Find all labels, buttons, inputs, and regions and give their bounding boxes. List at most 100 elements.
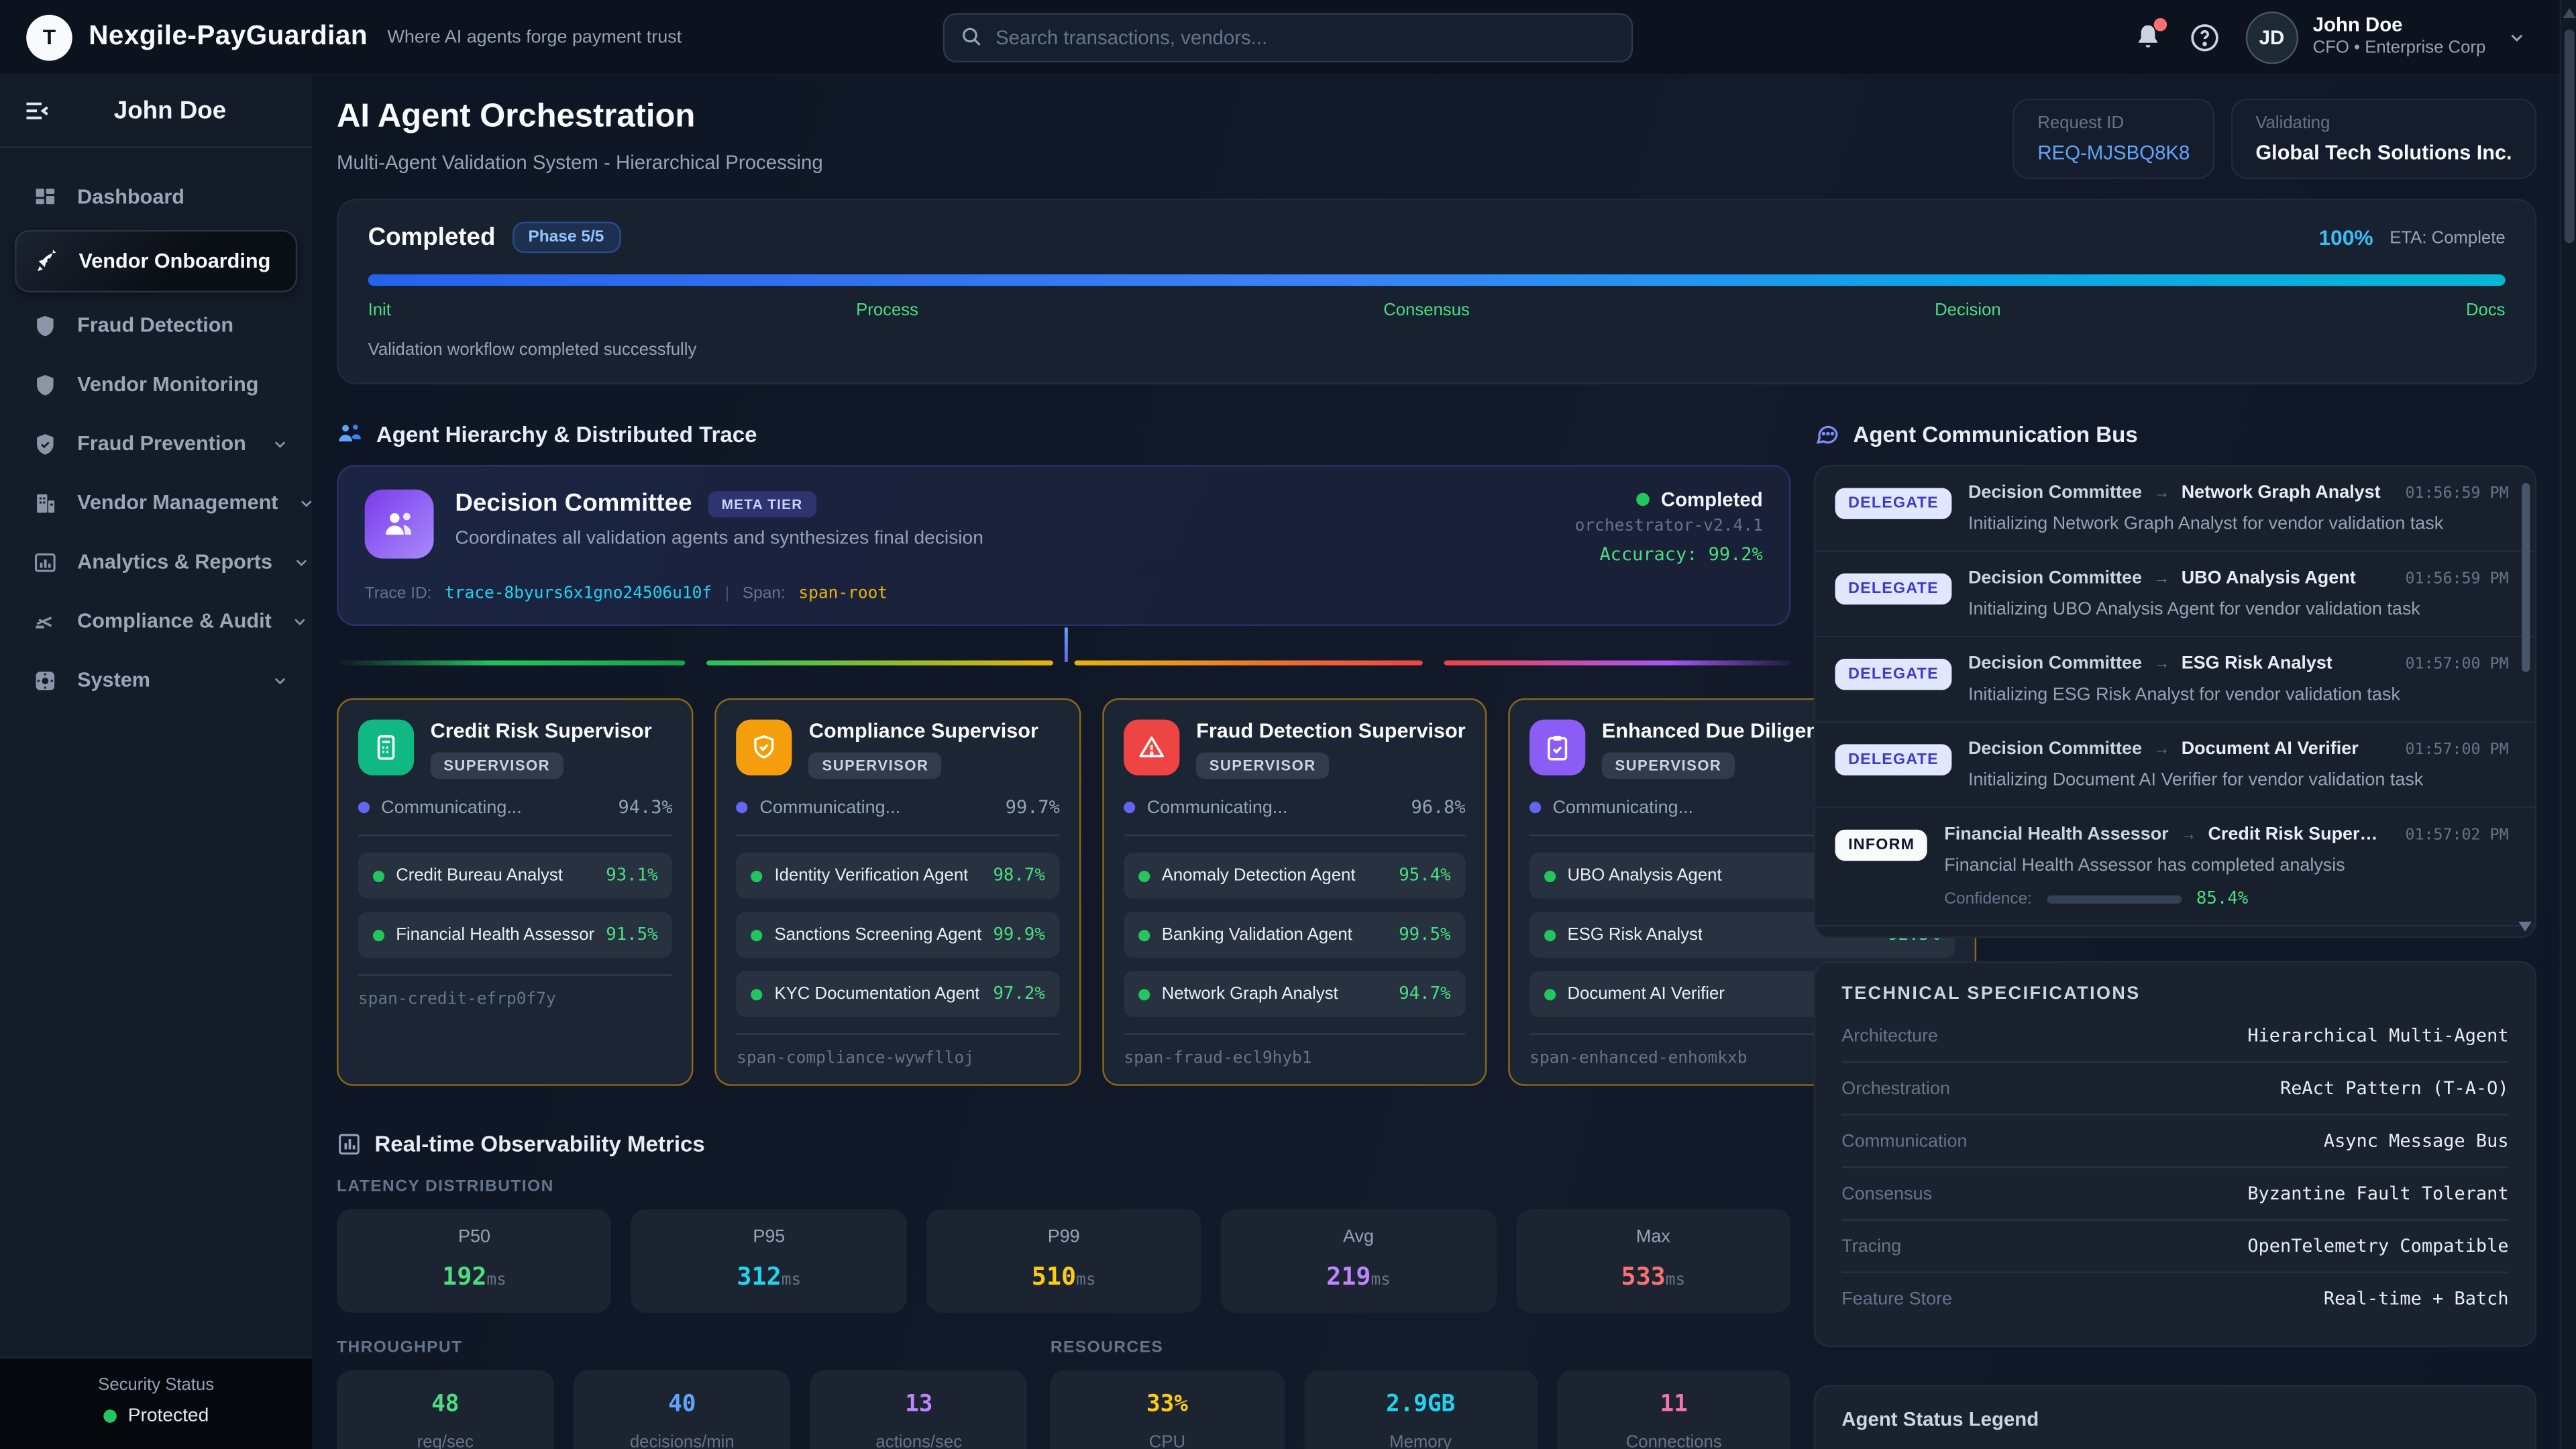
- metric-value: 192: [442, 1262, 486, 1291]
- supervisor-score: 96.8%: [1411, 797, 1466, 818]
- connector-segment-compliance: [706, 660, 1053, 665]
- sidebar-item-fraud-prevention[interactable]: Fraud Prevention: [0, 414, 312, 473]
- message-from: Financial Health Assessor: [1944, 824, 2168, 844]
- agent-status-dot: [1138, 929, 1150, 941]
- chevron-down-icon: [292, 553, 310, 571]
- connector-segment-edd: [1443, 660, 1790, 665]
- validating-label: Validating: [2255, 113, 2512, 133]
- supervisor-score: 99.7%: [1006, 797, 1060, 818]
- progress-bar-fill: [368, 274, 2506, 286]
- help-icon[interactable]: [2190, 22, 2219, 52]
- metric-value: 40: [584, 1391, 781, 1417]
- sidebar-item-dashboard[interactable]: Dashboard: [0, 168, 312, 227]
- sidebar-collapse-icon[interactable]: [23, 97, 51, 125]
- agent-name: Identity Verification Agent: [775, 866, 969, 885]
- request-id-value[interactable]: REQ-MJSBQ8K8: [2037, 142, 2190, 164]
- supervisor-status: Communicating...: [759, 798, 900, 817]
- communicating-dot: [1529, 802, 1541, 813]
- sidebar-item-label: Compliance & Audit: [77, 610, 272, 633]
- message-from: Decision Committee: [1968, 739, 2142, 759]
- supervisor-status: Communicating...: [1147, 798, 1288, 817]
- message-body: Financial Health Assessor has completed …: [1944, 856, 2508, 875]
- metric-unit: ms: [782, 1272, 802, 1290]
- search-input[interactable]: [996, 25, 1615, 48]
- validating-card: Validating Global Tech Solutions Inc.: [2231, 99, 2537, 179]
- committee-accuracy: Accuracy: 99.2%: [1575, 545, 1763, 564]
- request-id-card: Request ID REQ-MJSBQ8K8: [2013, 99, 2214, 179]
- agent-name: Sanctions Screening Agent: [775, 925, 982, 945]
- trace-id-value[interactable]: trace-8byurs6x1gno24506u10f: [445, 585, 712, 603]
- agent-score: 94.7%: [1399, 984, 1450, 1004]
- connector-segment-fraud: [1075, 660, 1422, 665]
- supervisor-badge: SUPERVISOR: [1196, 753, 1329, 779]
- global-search[interactable]: [943, 12, 1633, 61]
- sidebar-item-analytics-reports[interactable]: Analytics & Reports: [0, 532, 312, 591]
- comm-bus-title: Agent Communication Bus: [1853, 421, 2137, 446]
- sidebar-item-vendor-management[interactable]: Vendor Management: [0, 473, 312, 532]
- spec-value: Async Message Bus: [2324, 1130, 2509, 1152]
- hierarchy-icon: [337, 421, 363, 447]
- chat-bubble-icon: [1814, 421, 1840, 447]
- agent-score: 98.7%: [993, 866, 1044, 885]
- sidebar-profile-name: John Doe: [51, 97, 289, 125]
- communication-bus-list[interactable]: DELEGATE Decision Committee → Network Gr…: [1814, 465, 2537, 938]
- agent-status-dot: [1138, 988, 1150, 1000]
- message-type-badge: DELEGATE: [1835, 488, 1952, 519]
- agent-name: Credit Bureau Analyst: [396, 866, 563, 885]
- supervisor-badge: SUPERVISOR: [431, 753, 564, 779]
- agent-score: 99.5%: [1399, 925, 1450, 945]
- sidebar-item-compliance-audit[interactable]: Compliance & Audit: [0, 592, 312, 651]
- spec-label: Feature Store: [1841, 1289, 1952, 1308]
- page-scrollbar-thumb[interactable]: [2565, 30, 2575, 243]
- message-from: Decision Committee: [1968, 568, 2142, 588]
- agent-status-dot: [1138, 870, 1150, 881]
- bar-chart-icon: [33, 549, 58, 574]
- bus-message: DELEGATE Decision Committee → Document A…: [1815, 723, 2535, 808]
- bus-message: DELEGATE Decision Committee → Network Gr…: [1815, 467, 2535, 552]
- user-name: John Doe: [2313, 14, 2486, 39]
- avatar: JD: [2245, 11, 2298, 63]
- sidebar-item-vendor-onboarding[interactable]: Vendor Onboarding: [15, 230, 297, 292]
- page-scrollbar[interactable]: [2560, 0, 2576, 1449]
- shield-icon: [33, 313, 58, 338]
- protected-status: Protected: [128, 1406, 209, 1426]
- supervisor-span: span-fraud-ecl9hyb1: [1124, 1033, 1465, 1067]
- scroll-up-icon[interactable]: [2563, 8, 2576, 18]
- metric-label: Avg: [1234, 1227, 1483, 1246]
- calculator-icon: [358, 720, 414, 775]
- throughput-card-decisions: 40 decisions/min: [574, 1370, 791, 1449]
- sidebar-item-system[interactable]: System: [0, 651, 312, 710]
- metric-label: decisions/min: [584, 1433, 781, 1449]
- sidebar-item-vendor-monitoring[interactable]: Vendor Monitoring: [0, 355, 312, 414]
- supervisor-score: 94.3%: [619, 797, 673, 818]
- sidebar-item-label: Fraud Prevention: [77, 432, 252, 455]
- metric-unit: ms: [1666, 1272, 1686, 1290]
- agent-status-dot: [751, 870, 763, 881]
- agent-status-dot: [1544, 929, 1556, 941]
- confidence-bar: [2047, 894, 2182, 902]
- shield-check-icon: [33, 431, 58, 456]
- shield-check-icon: [737, 720, 792, 775]
- app-tagline: Where AI agents forge payment trust: [387, 27, 682, 46]
- bus-scrollbar-thumb[interactable]: [2522, 483, 2530, 672]
- supervisor-span: span-compliance-wywflloj: [737, 1033, 1060, 1067]
- metric-unit: ms: [486, 1272, 506, 1290]
- arrow-right-icon: →: [2153, 570, 2169, 588]
- connector-segment-credit: [337, 660, 684, 665]
- phase-consensus: Consensus: [1383, 301, 1470, 320]
- message-body: Initializing ESG Risk Analyst for vendor…: [1968, 685, 2509, 704]
- metric-value: 13: [820, 1391, 1018, 1417]
- sidebar-item-fraud-detection[interactable]: Fraud Detection: [0, 296, 312, 355]
- people-group-icon: [381, 506, 417, 542]
- bus-scroll-down-icon[interactable]: [2518, 922, 2532, 932]
- communicating-dot: [358, 802, 370, 813]
- message-body: Initializing Document AI Verifier for ve…: [1968, 771, 2509, 790]
- warning-triangle-icon: [1124, 720, 1179, 775]
- metric-label: actions/sec: [820, 1433, 1018, 1449]
- committee-icon: [365, 490, 434, 559]
- user-menu[interactable]: JD John Doe CFO • Enterprise Corp: [2245, 11, 2526, 63]
- tech-specs-title: TECHNICAL SPECIFICATIONS: [1841, 984, 2508, 1010]
- arrow-right-icon: →: [2153, 484, 2169, 502]
- progress-eta: ETA: Complete: [2390, 227, 2505, 247]
- notifications-button[interactable]: [2134, 22, 2163, 52]
